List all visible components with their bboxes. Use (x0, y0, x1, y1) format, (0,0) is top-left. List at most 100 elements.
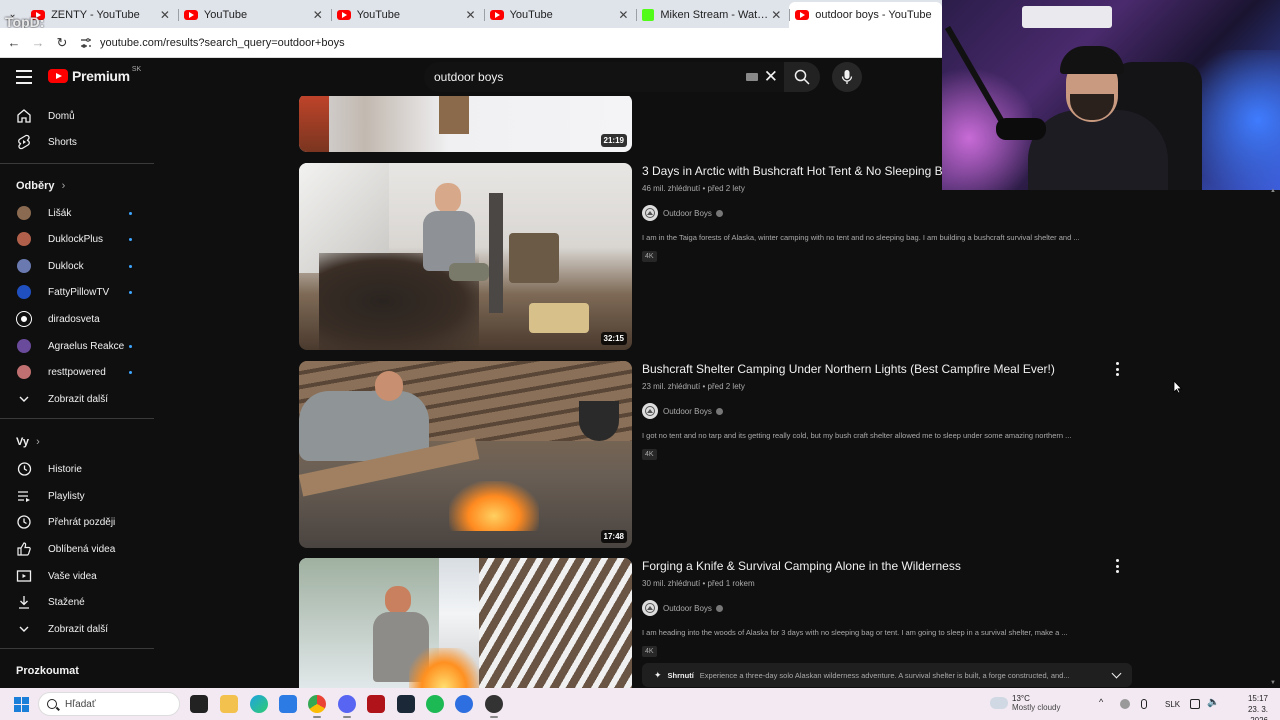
scroll-up-icon[interactable]: ▲ (1270, 188, 1276, 194)
avatar (17, 285, 31, 299)
sidebar-item-subscription[interactable]: Agraelus Reakce (0, 333, 154, 359)
your-videos-icon (16, 570, 32, 582)
video-description: I am heading into the woods of Alaska fo… (642, 628, 1068, 637)
tab-title: YouTube (203, 9, 248, 21)
video-meta: 30 mil. zhlédnutí • před 1 rokem (642, 579, 755, 588)
sidebar-item-subscription[interactable]: diradosveta (0, 306, 154, 332)
game-app-icon[interactable] (367, 695, 385, 713)
discord-icon[interactable] (338, 695, 356, 718)
hamburger-menu-icon[interactable] (16, 70, 32, 84)
steam-icon[interactable] (397, 695, 415, 713)
sidebar-item-subscription[interactable]: Duklock (0, 253, 154, 279)
scroll-down-icon[interactable]: ▼ (1270, 680, 1276, 686)
sidebar-item-your-videos[interactable]: Vaše videa (0, 563, 154, 589)
task-view-icon[interactable] (190, 695, 208, 713)
video-description: I got no tent and no tarp and its gettin… (642, 431, 1072, 440)
windows-start-icon[interactable] (14, 697, 29, 712)
sidebar-item-subscription[interactable]: DuklockPlus (0, 226, 154, 252)
ai-summary-bar[interactable]: ✦ Shrnutí Experience a three-day solo Al… (642, 663, 1132, 687)
search-results: 21:19 32:15 3 Days in Arctic with Bushcr… (154, 96, 1280, 688)
chrome-browser-icon[interactable] (308, 695, 326, 718)
voice-search-button[interactable] (832, 62, 862, 92)
channel-avatar (642, 600, 658, 616)
tray-app-icon[interactable] (1120, 699, 1130, 709)
weather-widget[interactable]: 13°C Mostly cloudy (987, 694, 1060, 712)
volume-icon[interactable]: 🔈 (1207, 697, 1219, 708)
tab-close-icon[interactable]: ✕ (464, 8, 478, 22)
tab-close-icon[interactable]: ✕ (158, 8, 172, 22)
show-hidden-icons-chevron-icon[interactable]: ^ (1099, 697, 1109, 707)
obs-studio-icon[interactable] (485, 695, 503, 718)
you-heading[interactable]: Vy › (16, 436, 40, 448)
taskbar-search-input[interactable]: Hľadať (38, 692, 180, 716)
browser-tab[interactable]: YouTube ✕ (483, 2, 637, 28)
browser-tab[interactable]: Miken Stream - Watch Live on K ✕ (636, 2, 789, 28)
channel-avatar-icon (16, 364, 32, 380)
app-icon[interactable] (455, 695, 473, 713)
microphone-icon[interactable] (1141, 699, 1147, 709)
sidebar-item-shorts[interactable]: Shorts (0, 129, 154, 155)
channel-avatar-icon (16, 258, 32, 274)
browser-tab[interactable]: YouTube ✕ (177, 2, 331, 28)
edge-browser-icon[interactable] (250, 695, 268, 713)
sidebar-item-liked-videos[interactable]: Oblíbená videa (0, 536, 154, 562)
youtube-masthead: Premium SK outdoor boys ✕ (0, 58, 942, 96)
sidebar-item-home[interactable]: Domů (0, 103, 154, 129)
sidebar-show-more-subscriptions[interactable]: Zobrazit další (0, 386, 154, 412)
search-button[interactable] (784, 62, 820, 92)
back-arrow-icon[interactable]: ← (2, 31, 26, 55)
video-thumbnail[interactable] (299, 558, 632, 688)
channel-link[interactable]: Outdoor Boys (642, 205, 1132, 221)
input-language[interactable]: SLK (1165, 700, 1180, 709)
chevron-down-icon[interactable] (1111, 668, 1122, 679)
microsoft-store-icon[interactable] (279, 695, 297, 713)
site-info-icon[interactable] (80, 37, 92, 49)
subscription-label: Lišák (48, 207, 72, 219)
sidebar-item-subscription[interactable]: FattyPillowTV (0, 279, 154, 305)
sidebar-item-playlists[interactable]: Playlisty (0, 483, 154, 509)
video-thumbnail[interactable]: 17:48 (299, 361, 632, 548)
video-description: I am in the Taiga forests of Alaska, win… (642, 233, 1080, 242)
url-field[interactable]: youtube.com/results?search_query=outdoor… (80, 37, 345, 49)
download-icon (19, 596, 29, 609)
reload-icon[interactable]: ↻ (50, 31, 74, 55)
keyboard-icon[interactable] (746, 73, 758, 81)
avatar (17, 339, 31, 353)
browser-tab[interactable]: ZENTY - YouTube ✕ (25, 2, 178, 28)
channel-link[interactable]: Outdoor Boys (642, 600, 1132, 616)
new-content-dot (129, 344, 132, 348)
video-duration: 17:48 (600, 530, 627, 543)
network-icon[interactable] (1190, 699, 1200, 709)
video-thumbnail[interactable]: 32:15 (299, 163, 632, 350)
video-title[interactable]: Forging a Knife & Survival Camping Alone… (642, 559, 1132, 573)
tab-close-icon[interactable]: ✕ (769, 8, 783, 22)
sidebar-item-watch-later[interactable]: Přehrát později (0, 509, 154, 535)
youtube-logo-icon (48, 69, 68, 83)
sidebar-item-history[interactable]: Historie (0, 456, 154, 482)
sidebar-show-more-you[interactable]: Zobrazit další (0, 616, 154, 642)
clear-search-icon[interactable]: ✕ (764, 67, 778, 87)
sidebar-item-label: Přehrát později (48, 516, 116, 528)
tab-close-icon[interactable]: ✕ (616, 8, 630, 22)
sidebar-item-subscription[interactable]: Lišák (0, 200, 154, 226)
channel-link[interactable]: Outdoor Boys (642, 403, 1132, 419)
more-actions-icon[interactable] (1116, 362, 1120, 376)
tab-close-icon[interactable]: ✕ (311, 8, 325, 22)
video-title[interactable]: Bushcraft Shelter Camping Under Northern… (642, 362, 1132, 376)
sidebar-item-subscription[interactable]: resttpowered (0, 359, 154, 385)
channel-name: Outdoor Boys (663, 603, 712, 613)
forward-arrow-icon[interactable]: → (26, 31, 50, 55)
youtube-premium-logo[interactable]: Premium SK (48, 66, 141, 84)
taskbar-clock[interactable]: 15:17 23. 3. 2026 (1228, 693, 1268, 720)
sidebar-item-downloads[interactable]: Stažené (0, 589, 154, 615)
sidebar-divider (0, 163, 154, 164)
file-explorer-icon[interactable] (220, 695, 238, 713)
browser-tab[interactable]: YouTube ✕ (330, 2, 484, 28)
browser-tab-active[interactable]: outdoor boys - YouTube (789, 2, 943, 28)
video-thumbnail[interactable]: 21:19 (299, 96, 632, 152)
spotify-icon[interactable] (426, 695, 444, 713)
more-actions-icon[interactable] (1116, 559, 1120, 573)
subscriptions-heading[interactable]: Odběry › (16, 180, 65, 192)
video-title[interactable]: 3 Days in Arctic with Bushcraft Hot Tent… (642, 164, 1132, 178)
search-input[interactable]: outdoor boys ✕ (424, 62, 784, 92)
